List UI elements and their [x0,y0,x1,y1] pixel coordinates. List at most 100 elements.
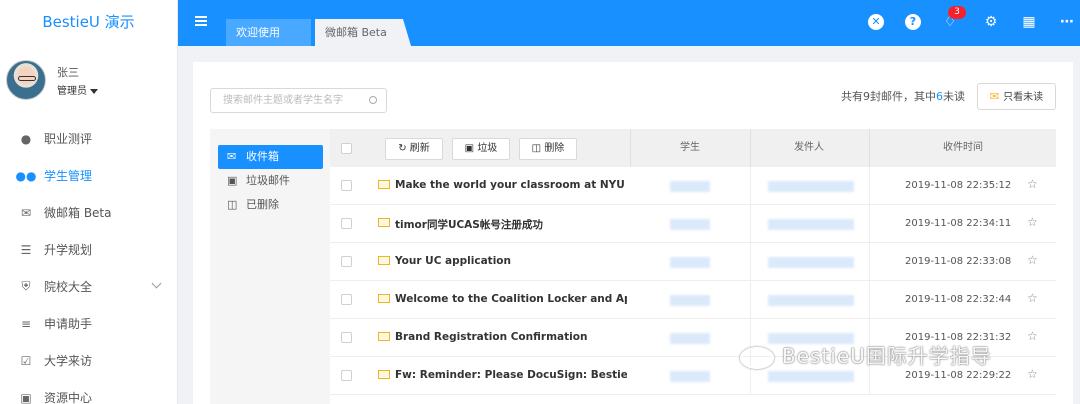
row-checkbox[interactable] [341,370,352,381]
sender-redacted [768,219,854,230]
tab-welcome[interactable]: 欢迎使用 [226,19,311,46]
folder-inbox[interactable]: ✉ 收件箱 [218,145,323,169]
unread-only-label: 只看未读 [1003,92,1044,103]
star-icon[interactable]: ☆ [1027,215,1038,229]
table-row[interactable]: timor同学UCAS帐号注册成功 2019-11-08 22:34:11 ☆ [330,205,1056,243]
envelope-icon: ✉ [989,90,1000,103]
tab-mailbox[interactable]: 微邮箱 Beta [315,19,411,46]
junk-button[interactable]: ▣ 垃圾 [452,138,510,160]
sidebar-item-planning[interactable]: ☰ 升学规划 [0,231,177,268]
column-divider [630,129,631,167]
column-received-time[interactable]: 收件时间 [943,129,983,167]
mail-icon [378,332,390,341]
column-divider [750,129,751,167]
sidebar-item-students[interactable]: ●● 学生管理 [0,157,177,194]
close-circle-icon[interactable]: ✕ [868,14,884,30]
row-checkbox[interactable] [341,180,352,191]
watermark-text: BestieU国际升学指导 [782,344,992,368]
star-icon[interactable]: ☆ [1027,367,1038,381]
received-time: 2019-11-08 22:33:08 [905,256,1012,267]
row-checkbox[interactable] [341,256,352,267]
mail-subject[interactable]: Your UC application [395,255,627,267]
table-row[interactable]: Welcome to the Coalition Locker and Appl… [330,281,1056,319]
sender-redacted [768,371,854,382]
table-header: ↻ 刷新 ▣ 垃圾 ◫ 删除 学生 发件人 收件时间 [330,129,1056,167]
menu-icon[interactable] [195,16,207,26]
mail-icon: ✉ [227,150,237,163]
more-icon[interactable]: ⋯ [1059,14,1075,30]
sidebar-item-label: 学生管理 [44,169,93,183]
row-checkbox[interactable] [341,294,352,305]
list-icon: ☰ [20,242,32,257]
calendar-check-icon: ☑ [20,353,32,368]
column-sender[interactable]: 发件人 [794,129,824,167]
sidebar-item-colleges[interactable]: ⛨ 院校大全 [0,268,177,305]
folder-deleted[interactable]: ◫ 已删除 [218,193,323,217]
unread-only-button[interactable]: ✉ 只看未读 [977,83,1056,110]
star-icon[interactable]: ☆ [1027,291,1038,305]
refresh-label: 刷新 [409,143,430,154]
wechat-logo-icon [740,346,774,369]
star-icon[interactable]: ☆ [1027,329,1038,343]
refresh-button[interactable]: ↻ 刷新 [385,138,443,160]
search-icon [369,96,377,104]
chevron-down-icon [151,278,162,289]
star-icon[interactable]: ☆ [1027,177,1038,191]
user-role-dropdown[interactable]: 管理员 [57,82,98,97]
search-placeholder: 搜索邮件主题或者学生名字 [223,95,343,106]
received-time: 2019-11-08 22:32:44 [905,294,1012,305]
sidebar-item-apply-helper[interactable]: ≡ 申请助手 [0,305,177,342]
folder-label: 已删除 [246,198,279,211]
select-all-checkbox[interactable] [341,143,352,154]
mail-subject[interactable]: Make the world your classroom at NYU [395,179,627,191]
delete-button[interactable]: ◫ 删除 [519,138,577,160]
mail-summary: 共有9封邮件，其中6未读 [841,90,965,104]
sidebar-item-career-test[interactable]: ● 职业测评 [0,120,177,157]
sidebar-item-visits[interactable]: ☑ 大学来访 [0,342,177,379]
folder-icon: ▣ [227,174,238,187]
folder-label: 垃圾邮件 [246,174,290,187]
table-row[interactable]: Make the world your classroom at NYU 201… [330,167,1056,205]
gear-icon[interactable]: ⚙ [983,14,999,30]
delete-label: 删除 [544,143,565,154]
column-student[interactable]: 学生 [680,129,700,167]
briefcase-icon: ▣ [20,390,32,404]
institution-icon: ⛨ [21,279,31,293]
mail-subject[interactable]: Brand Registration Confirmation [395,331,627,343]
sidebar-item-resources[interactable]: ▣ 资源中心 [0,379,177,404]
search-input[interactable]: 搜索邮件主题或者学生名字 [210,88,387,113]
sender-redacted [768,257,854,268]
mail-subject[interactable]: Welcome to the Coalition Locker and Appl… [395,293,627,305]
sidebar-item-label: 院校大全 [44,280,93,294]
help-icon[interactable]: ? [905,14,921,30]
mail-icon [378,256,390,265]
row-checkbox[interactable] [341,218,352,229]
star-icon[interactable]: ☆ [1027,253,1038,267]
users-icon: ●● [15,168,37,183]
calendar-icon[interactable]: ▦ [1021,14,1037,30]
mail-icon: ✉ [20,205,32,220]
top-header: 欢迎使用 微邮箱 Beta ✕ ? ♢ 3 ⚙ ▦ ⋯ [178,0,1080,46]
student-name-redacted [670,295,710,306]
user-name: 张三 [57,66,79,79]
student-name-redacted [670,371,710,382]
sidebar-item-mailbox[interactable]: ✉ 微邮箱 Beta [0,194,177,231]
user-role-label: 管理员 [57,86,87,97]
sidebar-item-label: 申请助手 [44,317,93,331]
app-title[interactable]: BestieU 演示 [0,0,177,44]
mail-subject[interactable]: Fw: Reminder: Please DocuSign: BestieU -… [395,369,627,381]
mail-subject[interactable]: timor同学UCAS帐号注册成功 [395,217,627,232]
table-row[interactable]: Your UC application 2019-11-08 22:33:08 … [330,243,1056,281]
watermark: BestieU国际升学指导 [740,340,992,369]
sidebar-item-label: 升学规划 [44,243,93,257]
avatar[interactable] [6,60,46,100]
mail-icon [378,180,390,189]
sidebar-item-label: 资源中心 [44,391,93,404]
column-divider [750,243,751,281]
user-panel: 张三 管理员 [0,44,177,120]
row-checkbox[interactable] [341,332,352,343]
folder-junk[interactable]: ▣ 垃圾邮件 [218,169,323,193]
summary-prefix: 共有9封邮件，其中 [841,90,936,103]
tasks-icon: ≡ [20,316,32,331]
student-name-redacted [670,257,710,268]
